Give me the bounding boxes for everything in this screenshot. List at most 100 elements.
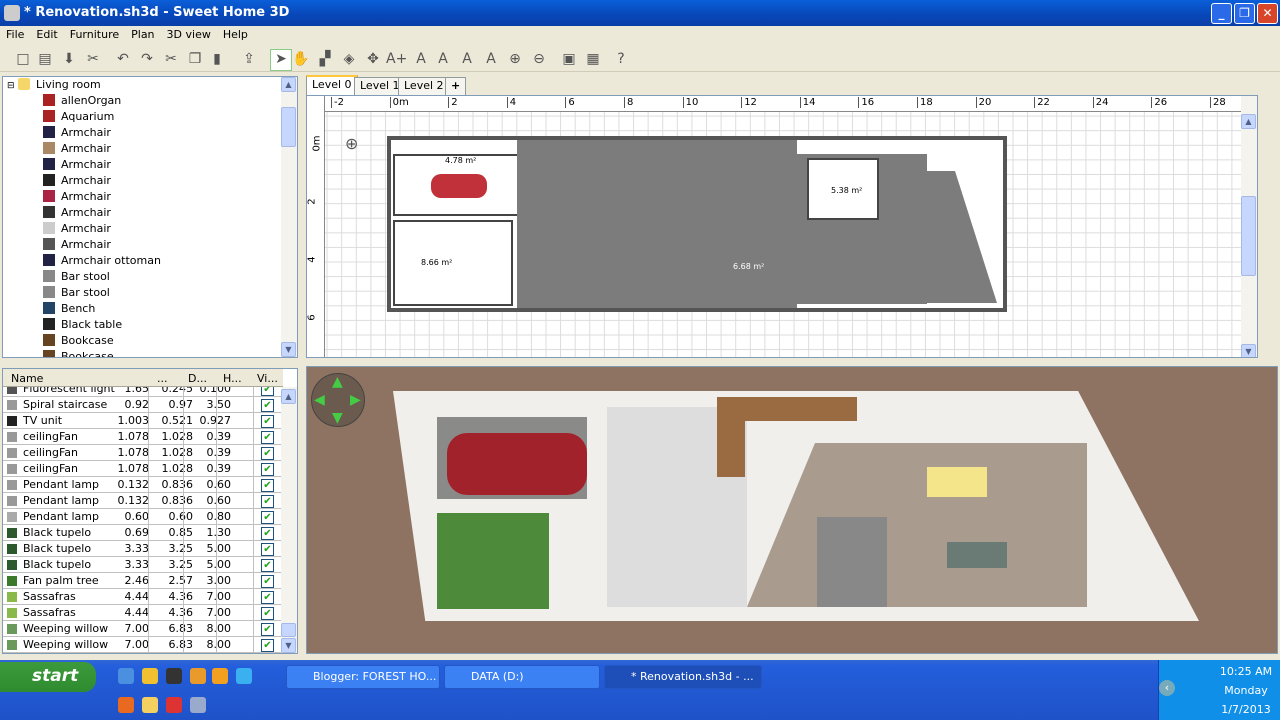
- visible-checkbox[interactable]: ✔: [261, 463, 274, 476]
- scroll-up-button[interactable]: ▲: [281, 389, 296, 404]
- clock-time[interactable]: 10:25 AM: [1215, 665, 1277, 678]
- quicklaunch-icon[interactable]: [190, 668, 206, 684]
- menu-3d-view[interactable]: 3D view: [161, 26, 217, 41]
- visible-checkbox[interactable]: ✔: [261, 575, 274, 588]
- table-row[interactable]: ceilingFan 1.078 1.028 0.39 ✔: [3, 445, 283, 461]
- visible-checkbox[interactable]: ✔: [261, 527, 274, 540]
- menu-furniture[interactable]: Furniture: [64, 26, 125, 41]
- visible-checkbox[interactable]: ✔: [261, 639, 274, 652]
- scroll-down-button[interactable]: ▼: [1241, 344, 1256, 357]
- catalog-item[interactable]: Armchair: [3, 141, 297, 157]
- visible-checkbox[interactable]: ✔: [261, 511, 274, 524]
- visible-checkbox[interactable]: ✔: [261, 399, 274, 412]
- paste-icon[interactable]: ▮: [208, 50, 226, 68]
- visible-checkbox[interactable]: ✔: [261, 431, 274, 444]
- catalog-item[interactable]: Bookcase: [3, 349, 297, 357]
- copy-icon[interactable]: ❐: [186, 50, 204, 68]
- save-icon[interactable]: ⬇: [60, 50, 78, 68]
- scroll-thumb[interactable]: [281, 107, 296, 147]
- catalog-item[interactable]: Armchair: [3, 237, 297, 253]
- visible-checkbox[interactable]: ✔: [261, 559, 274, 572]
- increase-text-icon[interactable]: A: [412, 50, 430, 68]
- catalog-item[interactable]: allenOrgan: [3, 93, 297, 109]
- scroll-down-button[interactable]: ▼: [281, 342, 296, 357]
- catalog-item[interactable]: Black table: [3, 317, 297, 333]
- visible-checkbox[interactable]: ✔: [261, 495, 274, 508]
- visible-checkbox[interactable]: ✔: [261, 591, 274, 604]
- minimize-button[interactable]: _: [1211, 3, 1232, 24]
- table-row[interactable]: Weeping willow 7.00 6.83 8.00 ✔: [3, 637, 283, 653]
- scroll-up-button[interactable]: ▲: [1241, 114, 1256, 129]
- table-row[interactable]: Black tupelo 0.69 0.85 1.30 ✔: [3, 525, 283, 541]
- create-photo-icon[interactable]: ▣: [560, 50, 578, 68]
- folder-icon[interactable]: [142, 697, 158, 713]
- add-furniture-icon[interactable]: ⇪: [240, 50, 258, 68]
- chrome-icon[interactable]: [166, 697, 182, 713]
- catalog-item[interactable]: Aquarium: [3, 109, 297, 125]
- col-width[interactable]: ...: [157, 372, 168, 385]
- scroll-down-button[interactable]: ▼: [281, 638, 296, 653]
- create-dimensions-icon[interactable]: ✥: [364, 50, 382, 68]
- 3d-view[interactable]: ▲ ▼ ◀ ▶: [306, 366, 1278, 654]
- catalog-item[interactable]: Armchair: [3, 125, 297, 141]
- table-row[interactable]: Spiral staircase 0.92 0.97 3.50 ✔: [3, 397, 283, 413]
- catalog-item[interactable]: Armchair: [3, 173, 297, 189]
- quicklaunch-icon[interactable]: [118, 668, 134, 684]
- visible-checkbox[interactable]: ✔: [261, 623, 274, 636]
- italic-icon[interactable]: A: [482, 50, 500, 68]
- add-text-icon[interactable]: A+: [386, 50, 407, 68]
- start-button[interactable]: start: [0, 662, 96, 692]
- scroll-up-button[interactable]: ▲: [281, 77, 296, 92]
- visible-checkbox[interactable]: ✔: [261, 607, 274, 620]
- plan-view[interactable]: -2 0m 2 4 6 8 10 12 14 16 18 20 22 24 26 28 0m 2 4 6 ⊕ 4.7…: [306, 95, 1258, 358]
- maximize-button[interactable]: ❐: [1234, 3, 1255, 24]
- plan-scrollbar[interactable]: ▲ ▼: [1241, 96, 1257, 357]
- catalog-item[interactable]: Bar stool: [3, 285, 297, 301]
- table-row[interactable]: Fan palm tree 2.46 2.57 3.00 ✔: [3, 573, 283, 589]
- create-rooms-icon[interactable]: ◈: [340, 50, 358, 68]
- catalog-item[interactable]: Bench: [3, 301, 297, 317]
- menu-file[interactable]: File: [0, 26, 30, 41]
- quicklaunch-icon[interactable]: [166, 668, 182, 684]
- redo-icon[interactable]: ↷: [138, 50, 156, 68]
- ie-icon[interactable]: [236, 668, 252, 684]
- catalog-item[interactable]: Armchair: [3, 221, 297, 237]
- help-icon[interactable]: ?: [612, 50, 630, 68]
- col-name[interactable]: Name: [11, 372, 43, 385]
- bold-icon[interactable]: A: [458, 50, 476, 68]
- table-row[interactable]: Black tupelo 3.33 3.25 5.00 ✔: [3, 541, 283, 557]
- zoom-out-icon[interactable]: ⊖: [530, 50, 548, 68]
- tab-level-0[interactable]: Level 0: [306, 75, 358, 95]
- tab-level-2[interactable]: Level 2: [398, 77, 450, 95]
- visible-checkbox[interactable]: ✔: [261, 415, 274, 428]
- zoom-in-icon[interactable]: ⊕: [506, 50, 524, 68]
- quicklaunch-icon[interactable]: [212, 668, 228, 684]
- catalog-item[interactable]: Armchair: [3, 205, 297, 221]
- preferences-icon[interactable]: ✂: [84, 50, 102, 68]
- catalog-item[interactable]: Armchair ottoman: [3, 253, 297, 269]
- table-row[interactable]: TV unit1.0030.5210.927✔: [3, 413, 283, 429]
- col-visible[interactable]: Vi...: [257, 372, 278, 385]
- open-icon[interactable]: ▤: [36, 50, 54, 68]
- add-level-button[interactable]: +: [445, 77, 467, 95]
- decrease-text-icon[interactable]: A: [434, 50, 452, 68]
- close-button[interactable]: ✕: [1257, 3, 1278, 24]
- table-scrollbar[interactable]: ▲ ▼: [281, 387, 297, 653]
- scroll-thumb[interactable]: [1241, 196, 1256, 276]
- visible-checkbox[interactable]: ✔: [261, 543, 274, 556]
- col-height[interactable]: H...: [223, 372, 242, 385]
- show-hidden-icons-button[interactable]: ‹: [1159, 680, 1175, 696]
- visible-checkbox[interactable]: ✔: [261, 447, 274, 460]
- splitter-left[interactable]: [0, 359, 300, 367]
- quicklaunch-icon[interactable]: [190, 697, 206, 713]
- navigation-arrows-icon[interactable]: ▲ ▼ ◀ ▶: [311, 373, 365, 427]
- firefox-icon[interactable]: [118, 697, 134, 713]
- cut-icon[interactable]: ✂: [162, 50, 180, 68]
- col-depth[interactable]: D...: [188, 372, 207, 385]
- visible-checkbox[interactable]: ✔: [261, 479, 274, 492]
- table-row[interactable]: Black tupelo 3.33 3.25 5.00 ✔: [3, 557, 283, 573]
- menu-plan[interactable]: Plan: [125, 26, 160, 41]
- table-row[interactable]: Pendant lamp 0.60 0.60 0.80 ✔: [3, 509, 283, 525]
- catalog-item[interactable]: Bookcase: [3, 333, 297, 349]
- undo-icon[interactable]: ↶: [114, 50, 132, 68]
